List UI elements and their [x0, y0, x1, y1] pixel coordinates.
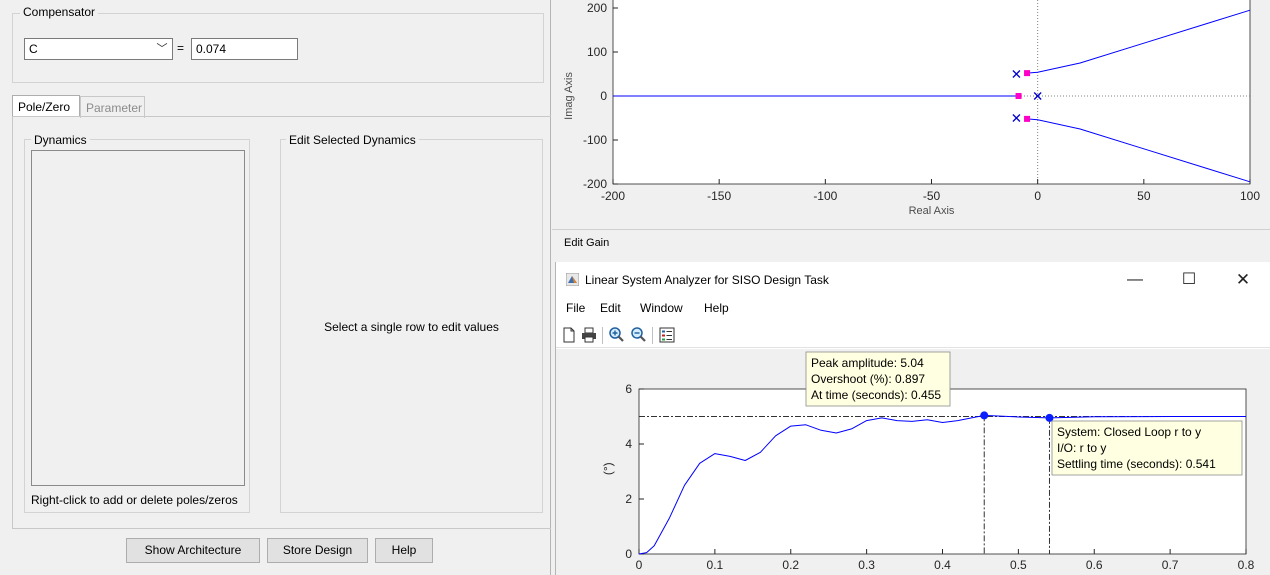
peak-datatip-line: Overshoot (%): 0.897 [811, 372, 925, 386]
edit-gain-bar: Edit Gain [552, 229, 1270, 262]
legend-icon[interactable] [658, 326, 676, 344]
tab-pole-zero[interactable]: Pole/Zero [12, 95, 80, 117]
equals-sign: = [177, 41, 185, 55]
x-tick-label: 0.8 [1238, 558, 1255, 572]
closed-loop-pole [1024, 115, 1031, 122]
compensator-select-value: C [29, 42, 38, 56]
edit-dynamics-message: Select a single row to edit values [324, 320, 499, 334]
x-tick-label: 100 [1240, 189, 1260, 203]
menu-file[interactable]: File [566, 301, 585, 315]
step-response-chart[interactable]: 0 0.1 0.2 0.3 0.4 0.5 0.6 0.7 0.8 0 2 4 6 (°) Peak amp… [556, 349, 1270, 575]
closed-loop-pole [1024, 70, 1031, 77]
chevron-down-icon[interactable]: ﹀ [155, 41, 169, 57]
x-tick-label: 0 [1034, 189, 1041, 203]
menu-edit[interactable]: Edit [600, 301, 621, 315]
compensator-title: Compensator [20, 5, 99, 19]
peak-datatip-line: At time (seconds): 0.455 [811, 388, 941, 402]
y-axis-label: (°) [601, 462, 615, 475]
minimize-icon[interactable]: — [1120, 268, 1150, 292]
closed-loop-pole [1015, 93, 1022, 99]
x-tick-label: 0.6 [1086, 558, 1103, 572]
peak-datatip: Peak amplitude: 5.04 Overshoot (%): 0.897… [805, 351, 951, 407]
settling-datatip-line: System: Closed Loop r to y [1057, 425, 1201, 439]
settling-datatip-line: Settling time (seconds): 0.541 [1057, 457, 1216, 471]
y-tick-label: 100 [587, 45, 607, 59]
x-tick-label: 0 [636, 558, 643, 572]
x-tick-label: -200 [601, 189, 625, 203]
y-tick-label: -200 [583, 177, 607, 191]
x-tick-label: -150 [707, 189, 731, 203]
root-locus-panel: -200 -150 -100 -50 0 50 100 -200 -100 0 100 200 Real… [552, 0, 1270, 262]
toolbar [556, 324, 1270, 348]
y-axis-label: Imag Axis [563, 72, 575, 120]
y-tick-label: 4 [625, 437, 632, 451]
y-tick-label: 2 [625, 492, 632, 506]
x-tick-label: 0.2 [782, 558, 799, 572]
dynamics-title: Dynamics [31, 133, 90, 147]
settling-datatip: System: Closed Loop r to y I/O: r to y Set… [1051, 420, 1243, 476]
new-document-icon[interactable] [560, 326, 578, 344]
matlab-app-icon [566, 273, 579, 286]
characteristic-point [980, 411, 989, 420]
y-tick-label: 0 [625, 547, 632, 561]
linear-system-analyzer-window: Linear System Analyzer for SISO Design T… [555, 262, 1270, 575]
maximize-icon[interactable]: ☐ [1174, 268, 1204, 292]
compensator-select[interactable]: C ﹀ [24, 38, 173, 60]
y-tick-label: 200 [587, 1, 607, 15]
store-design-button[interactable]: Store Design [267, 538, 368, 563]
zoom-in-icon[interactable] [608, 326, 626, 344]
dynamics-table[interactable] [31, 150, 245, 486]
x-tick-label: 50 [1137, 189, 1151, 203]
print-icon[interactable] [580, 326, 598, 344]
x-tick-label: -100 [813, 189, 837, 203]
tab-parameter[interactable]: Parameter [80, 96, 145, 118]
y-tick-label: 0 [600, 89, 607, 103]
compensator-gain-input[interactable]: 0.074 [191, 38, 298, 60]
x-tick-label: 0.5 [1010, 558, 1027, 572]
window-titlebar[interactable]: Linear System Analyzer for SISO Design T… [556, 262, 1270, 295]
zoom-out-icon[interactable] [630, 326, 648, 344]
x-tick-label: 0.3 [858, 558, 875, 572]
edit-dynamics-title: Edit Selected Dynamics [286, 133, 419, 147]
edit-gain-label: Edit Gain [564, 237, 610, 249]
x-tick-label: 0.4 [934, 558, 951, 572]
x-axis-label: Real Axis [909, 205, 955, 217]
menu-bar: File Edit Window Help [556, 296, 1270, 318]
menu-help[interactable]: Help [704, 301, 729, 315]
show-architecture-button[interactable]: Show Architecture [126, 538, 260, 563]
help-button[interactable]: Help [375, 538, 433, 563]
peak-datatip-line: Peak amplitude: 5.04 [811, 356, 924, 370]
settling-datatip-line: I/O: r to y [1057, 441, 1106, 455]
menu-window[interactable]: Window [640, 301, 683, 315]
y-tick-label: -100 [583, 133, 607, 147]
close-icon[interactable]: ✕ [1228, 268, 1258, 292]
window-title: Linear System Analyzer for SISO Design T… [585, 273, 829, 287]
step-response-area: 0 0.1 0.2 0.3 0.4 0.5 0.6 0.7 0.8 0 2 4 6 (°) Peak amp… [556, 349, 1270, 575]
root-locus-chart[interactable]: -200 -150 -100 -50 0 50 100 -200 -100 0 100 200 Real… [552, 0, 1270, 229]
x-tick-label: -50 [923, 189, 941, 203]
y-tick-label: 6 [625, 382, 632, 396]
dynamics-hint: Right-click to add or delete poles/zeros [31, 493, 238, 507]
x-tick-label: 0.1 [707, 558, 724, 572]
x-tick-label: 0.7 [1162, 558, 1179, 572]
root-locus-axes-box [612, 0, 1251, 185]
design-panel: Compensator C ﹀ = 0.074 Pole/Zero Parame… [0, 0, 551, 575]
